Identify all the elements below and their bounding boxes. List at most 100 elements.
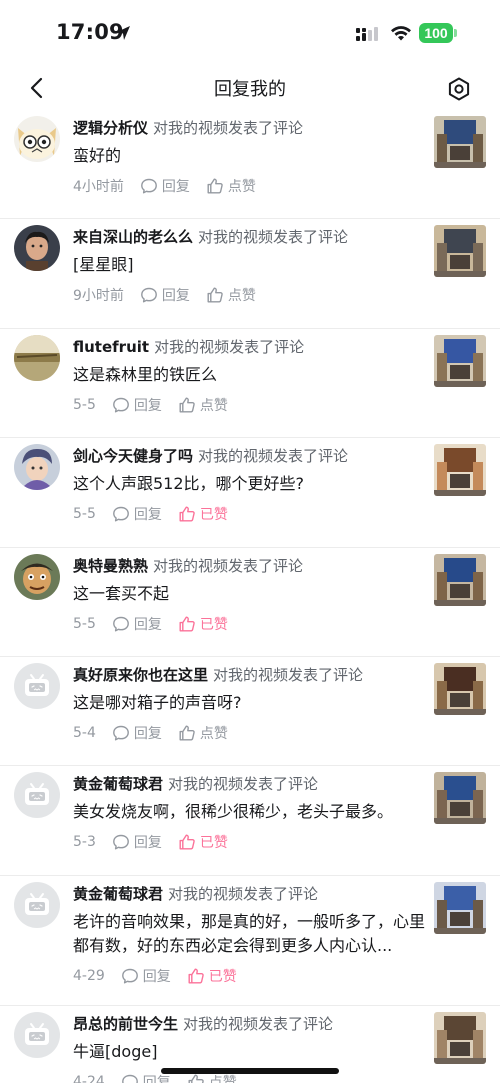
thumb-up-icon: [207, 287, 223, 303]
comment-bubble-icon: [112, 506, 129, 522]
comment-text[interactable]: 牛逼[doge]: [73, 1040, 425, 1064]
reply-button[interactable]: 回复: [112, 614, 162, 634]
reply-button[interactable]: 回复: [112, 395, 162, 415]
comment-text[interactable]: 这是哪对箱子的声音呀?: [73, 691, 425, 715]
home-indicator: [161, 1068, 339, 1074]
user-avatar[interactable]: [14, 225, 60, 272]
username[interactable]: 真好原来你也在这里: [73, 666, 208, 684]
reply-button[interactable]: 回复: [140, 176, 190, 196]
username[interactable]: 奥特曼熟熟: [73, 557, 148, 575]
user-avatar[interactable]: [14, 444, 60, 491]
reply-meta: 5-5 回复 已赞: [73, 614, 228, 634]
like-button[interactable]: 点赞: [206, 285, 256, 305]
like-button[interactable]: 已赞: [178, 832, 228, 852]
user-avatar[interactable]: [14, 772, 60, 819]
video-thumbnail[interactable]: [434, 662, 486, 715]
comment-bubble-icon: [141, 178, 157, 194]
comment-text[interactable]: 美女发烧友啊，很稀少很稀少，老头子最多。: [73, 800, 425, 824]
reply-item[interactable]: 黄金葡萄球君 对我的视频发表了评论老许的音响效果，那是真的好，一般听多了，心里都有…: [0, 876, 500, 1006]
video-thumbnail[interactable]: [434, 334, 486, 387]
comment-text[interactable]: 老许的音响效果，那是真的好，一般听多了，心里都有数，好的东西必定会得到更多人内心…: [73, 910, 425, 958]
cellular-signal-icon: [356, 27, 378, 41]
comment-text[interactable]: 这个人声跟512比，哪个更好些?: [73, 472, 425, 496]
reply-header: 来自深山的老么么 对我的视频发表了评论: [73, 226, 348, 247]
reply-header: 昂总的前世今生 对我的视频发表了评论: [73, 1013, 333, 1034]
reply-header: 奥特曼熟熟 对我的视频发表了评论: [73, 555, 303, 576]
timestamp: 5-5: [73, 615, 96, 632]
username[interactable]: 黄金葡萄球君: [73, 885, 163, 903]
reply-button[interactable]: 回复: [112, 504, 162, 524]
status-bar: 17:09 100: [0, 0, 500, 66]
comment-text[interactable]: 这一套买不起: [73, 582, 425, 606]
video-thumbnail[interactable]: [434, 444, 486, 497]
reply-label: 回复: [133, 835, 162, 852]
user-avatar[interactable]: [14, 881, 60, 928]
username[interactable]: 剑心今天健身了吗: [73, 447, 193, 465]
reply-meta: 4小时前 回复 点赞: [73, 176, 256, 196]
action-text: 对我的视频发表了评论: [198, 447, 349, 466]
video-thumbnail[interactable]: [434, 1011, 486, 1064]
comment-text[interactable]: 这是森林里的铁匠么: [73, 363, 425, 387]
user-avatar[interactable]: [14, 116, 60, 162]
reply-item[interactable]: flutefruit 对我的视频发表了评论 这是森林里的铁匠么 5-5 回复 点赞: [0, 329, 500, 439]
battery-level: 100: [419, 23, 453, 43]
username[interactable]: 来自深山的老么么: [73, 228, 193, 246]
reply-label: 回复: [161, 179, 190, 195]
reply-header: 逻辑分析仪 对我的视频发表了评论: [73, 117, 303, 138]
video-thumbnail[interactable]: [434, 881, 486, 934]
user-avatar[interactable]: [14, 1011, 60, 1058]
reply-meta: 4-29 回复 已赞: [73, 966, 237, 986]
user-avatar[interactable]: [14, 334, 60, 381]
reply-item[interactable]: 黄金葡萄球君 对我的视频发表了评论 美女发烧友啊，很稀少很稀少，老头子最多。 5-3 回…: [0, 766, 500, 876]
reply-meta: 5-4 回复 点赞: [73, 723, 228, 743]
reply-button[interactable]: 回复: [121, 966, 171, 986]
like-button[interactable]: 点赞: [178, 395, 228, 415]
reply-button[interactable]: 回复: [112, 723, 162, 743]
reply-meta: 9小时前 回复 点赞: [73, 285, 256, 305]
username[interactable]: 逻辑分析仪: [73, 119, 148, 137]
video-thumbnail[interactable]: [434, 772, 486, 825]
username[interactable]: 黄金葡萄球君: [73, 775, 163, 793]
like-button[interactable]: 点赞: [178, 723, 228, 743]
comment-text[interactable]: [星星眼]: [73, 253, 425, 277]
like-label: 点赞: [199, 725, 228, 742]
reply-item[interactable]: 来自深山的老么么 对我的视频发表了评论 [星星眼] 9小时前 回复 点赞: [0, 219, 500, 329]
reply-list: 逻辑分析仪 对我的视频发表了评论 蛮好的 4小时前 回复 点赞 来自深山的老么么 对我的视频发…: [0, 110, 500, 1083]
nav-bar: 回复我的: [0, 66, 500, 110]
user-avatar[interactable]: [14, 662, 60, 709]
video-thumbnail[interactable]: [434, 116, 486, 168]
thumb-up-icon: [179, 397, 195, 413]
timestamp: 5-5: [73, 396, 96, 413]
user-avatar[interactable]: [14, 553, 60, 600]
thumb-up-icon: [179, 834, 195, 850]
reply-label: 回复: [133, 616, 162, 633]
reply-button[interactable]: 回复: [112, 832, 162, 852]
like-label: 已赞: [208, 968, 237, 985]
like-button[interactable]: 已赞: [178, 504, 228, 524]
reply-item[interactable]: 奥特曼熟熟 对我的视频发表了评论这一套买不起 5-5 回复 已赞: [0, 548, 500, 657]
reply-item[interactable]: 真好原来你也在这里 对我的视频发表了评论 这是哪对箱子的声音呀? 5-4 回复 点赞: [0, 657, 500, 767]
like-button[interactable]: 点赞: [206, 176, 256, 196]
like-button[interactable]: 已赞: [178, 614, 228, 634]
reply-item[interactable]: 逻辑分析仪 对我的视频发表了评论蛮好的 4小时前 回复 点赞: [0, 110, 500, 220]
reply-meta: 5-5 回复 已赞: [73, 504, 228, 524]
action-text: 对我的视频发表了评论: [153, 556, 304, 575]
timestamp: 5-5: [73, 506, 96, 523]
reply-button[interactable]: 回复: [140, 285, 190, 305]
action-text: 对我的视频发表了评论: [168, 884, 319, 903]
video-thumbnail[interactable]: [434, 225, 486, 278]
comment-text[interactable]: 蛮好的: [73, 144, 425, 168]
thumb-up-icon: [179, 725, 195, 741]
like-label: 点赞: [227, 288, 256, 305]
reply-item[interactable]: 剑心今天健身了吗 对我的视频发表了评论这个人声跟512比，哪个更好些? 5-5 回复 已…: [0, 438, 500, 548]
reply-label: 回复: [133, 725, 162, 742]
thumb-up-icon: [179, 616, 195, 632]
like-button[interactable]: 已赞: [187, 966, 237, 986]
username[interactable]: 昂总的前世今生: [73, 1015, 178, 1033]
settings-hexagon-icon[interactable]: [446, 76, 472, 102]
username[interactable]: flutefruit: [73, 338, 149, 356]
like-label: 已赞: [199, 835, 228, 852]
thumb-up-icon: [188, 1074, 204, 1083]
battery-indicator: 100: [419, 23, 457, 43]
video-thumbnail[interactable]: [434, 553, 486, 606]
